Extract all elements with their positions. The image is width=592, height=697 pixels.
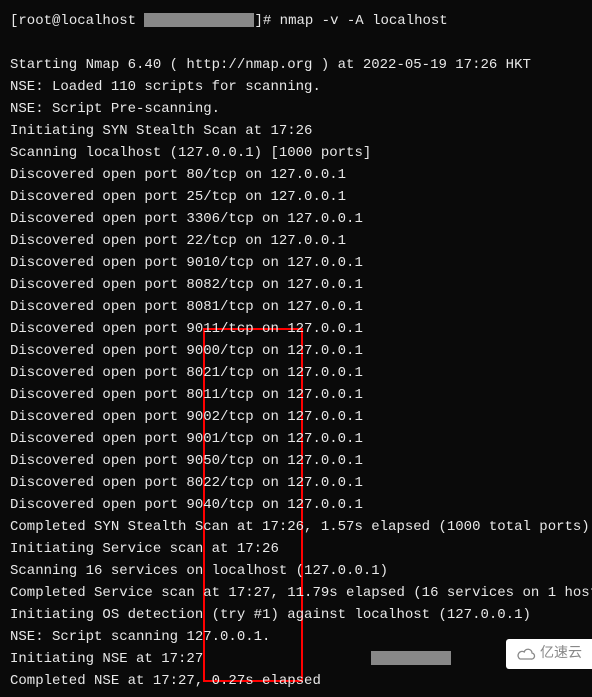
port-line: Discovered open port 8011/tcp on 127.0.0… — [10, 384, 582, 406]
watermark-text: 亿速云 — [540, 643, 582, 665]
syn-init-line: Initiating SYN Stealth Scan at 17:26 — [10, 120, 582, 142]
prompt-line[interactable]: [root@localhost ]# nmap -v -A localhost — [10, 10, 582, 32]
port-line: Discovered open port 8022/tcp on 127.0.0… — [10, 472, 582, 494]
port-line: Discovered open port 9001/tcp on 127.0.0… — [10, 428, 582, 450]
nse-complete-line: Completed NSE at 17:27, 0.27s elapsed — [10, 670, 582, 692]
port-line: Discovered open port 22/tcp on 127.0.0.1 — [10, 230, 582, 252]
svc-scanning-line: Scanning 16 services on localhost (127.0… — [10, 560, 582, 582]
os-init-line: Initiating OS detection (try #1) against… — [10, 604, 582, 626]
svc-complete-line: Completed Service scan at 17:27, 11.79s … — [10, 582, 582, 604]
redacted-path — [144, 13, 254, 27]
prompt-user: root — [18, 13, 52, 29]
port-line: Discovered open port 9040/tcp on 127.0.0… — [10, 494, 582, 516]
watermark-badge: 亿速云 — [506, 639, 592, 669]
blank-line — [10, 32, 582, 54]
redacted-block — [371, 651, 451, 665]
cloud-icon — [516, 647, 536, 661]
nse-prescan-line: NSE: Script Pre-scanning. — [10, 98, 582, 120]
starting-line: Starting Nmap 6.40 ( http://nmap.org ) a… — [10, 54, 582, 76]
nse-init-line: Initiating NSE at 17:27 — [10, 648, 582, 670]
discovered-ports: Discovered open port 80/tcp on 127.0.0.1… — [10, 164, 582, 516]
port-line: Discovered open port 8082/tcp on 127.0.0… — [10, 274, 582, 296]
port-line: Discovered open port 3306/tcp on 127.0.0… — [10, 208, 582, 230]
port-line: Discovered open port 9050/tcp on 127.0.0… — [10, 450, 582, 472]
port-line: Discovered open port 8021/tcp on 127.0.0… — [10, 362, 582, 384]
port-line: Discovered open port 80/tcp on 127.0.0.1 — [10, 164, 582, 186]
port-line: Discovered open port 9010/tcp on 127.0.0… — [10, 252, 582, 274]
nse-loaded-line: NSE: Loaded 110 scripts for scanning. — [10, 76, 582, 98]
prompt-host: localhost — [60, 13, 136, 29]
port-line: Discovered open port 25/tcp on 127.0.0.1 — [10, 186, 582, 208]
port-line: Discovered open port 8081/tcp on 127.0.0… — [10, 296, 582, 318]
nse-scanning-line: NSE: Script scanning 127.0.0.1. — [10, 626, 582, 648]
svc-init-line: Initiating Service scan at 17:26 — [10, 538, 582, 560]
port-line: Discovered open port 9002/tcp on 127.0.0… — [10, 406, 582, 428]
scanning-line: Scanning localhost (127.0.0.1) [1000 por… — [10, 142, 582, 164]
syn-complete-line: Completed SYN Stealth Scan at 17:26, 1.5… — [10, 516, 582, 538]
port-line: Discovered open port 9011/tcp on 127.0.0… — [10, 318, 582, 340]
port-line: Discovered open port 9000/tcp on 127.0.0… — [10, 340, 582, 362]
command-text: nmap -v -A localhost — [280, 13, 448, 29]
